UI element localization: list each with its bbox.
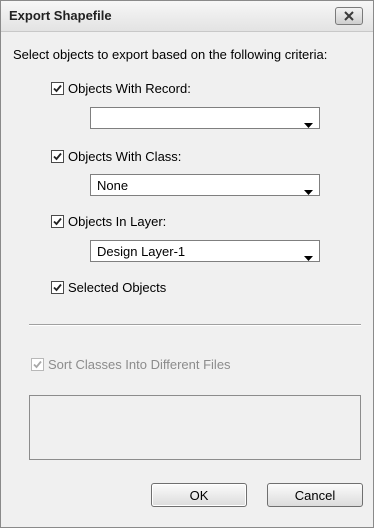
layer-dropdown-value: Design Layer-1: [97, 244, 186, 259]
chevron-down-icon: [304, 183, 313, 198]
checkmark-icon: [53, 283, 62, 292]
instruction-text: Select objects to export based on the fo…: [13, 47, 328, 62]
sort-classes-checkbox[interactable]: [31, 358, 44, 371]
chevron-down-icon: [304, 116, 313, 131]
class-checkbox-row[interactable]: Objects With Class:: [51, 149, 181, 164]
title-bar: Export Shapefile: [1, 1, 373, 32]
record-checkbox-row[interactable]: Objects With Record:: [51, 81, 191, 96]
class-dropdown-value: None: [97, 178, 129, 193]
close-icon: [343, 9, 355, 24]
checkmark-icon: [53, 84, 62, 93]
dialog-title: Export Shapefile: [9, 8, 112, 23]
separator: [29, 324, 361, 326]
ok-button-label: OK: [189, 487, 209, 503]
class-label: Objects With Class:: [68, 149, 182, 164]
message-box: [29, 395, 361, 460]
layer-checkbox-row[interactable]: Objects In Layer:: [51, 214, 166, 229]
layer-checkbox[interactable]: [51, 215, 64, 228]
sort-classes-label: Sort Classes Into Different Files: [48, 357, 231, 372]
selected-objects-checkbox[interactable]: [51, 281, 64, 294]
checkmark-icon: [53, 152, 62, 161]
class-checkbox[interactable]: [51, 150, 64, 163]
chevron-down-icon: [304, 249, 313, 264]
selected-objects-checkbox-row[interactable]: Selected Objects: [51, 280, 166, 295]
record-label: Objects With Record:: [68, 81, 191, 96]
cancel-button-label: Cancel: [294, 487, 336, 503]
record-checkbox[interactable]: [51, 82, 64, 95]
layer-label: Objects In Layer:: [68, 214, 167, 229]
ok-button[interactable]: OK: [151, 483, 247, 507]
class-dropdown[interactable]: None: [90, 174, 320, 196]
sort-classes-checkbox-row[interactable]: Sort Classes Into Different Files: [31, 357, 231, 372]
close-button[interactable]: [335, 7, 363, 25]
selected-objects-label: Selected Objects: [68, 280, 167, 295]
checkmark-icon: [53, 217, 62, 226]
checkmark-icon: [33, 360, 42, 369]
record-dropdown[interactable]: [90, 107, 320, 129]
export-shapefile-dialog: Export Shapefile Select objects to expor…: [0, 0, 374, 528]
cancel-button[interactable]: Cancel: [267, 483, 363, 507]
layer-dropdown[interactable]: Design Layer-1: [90, 240, 320, 262]
